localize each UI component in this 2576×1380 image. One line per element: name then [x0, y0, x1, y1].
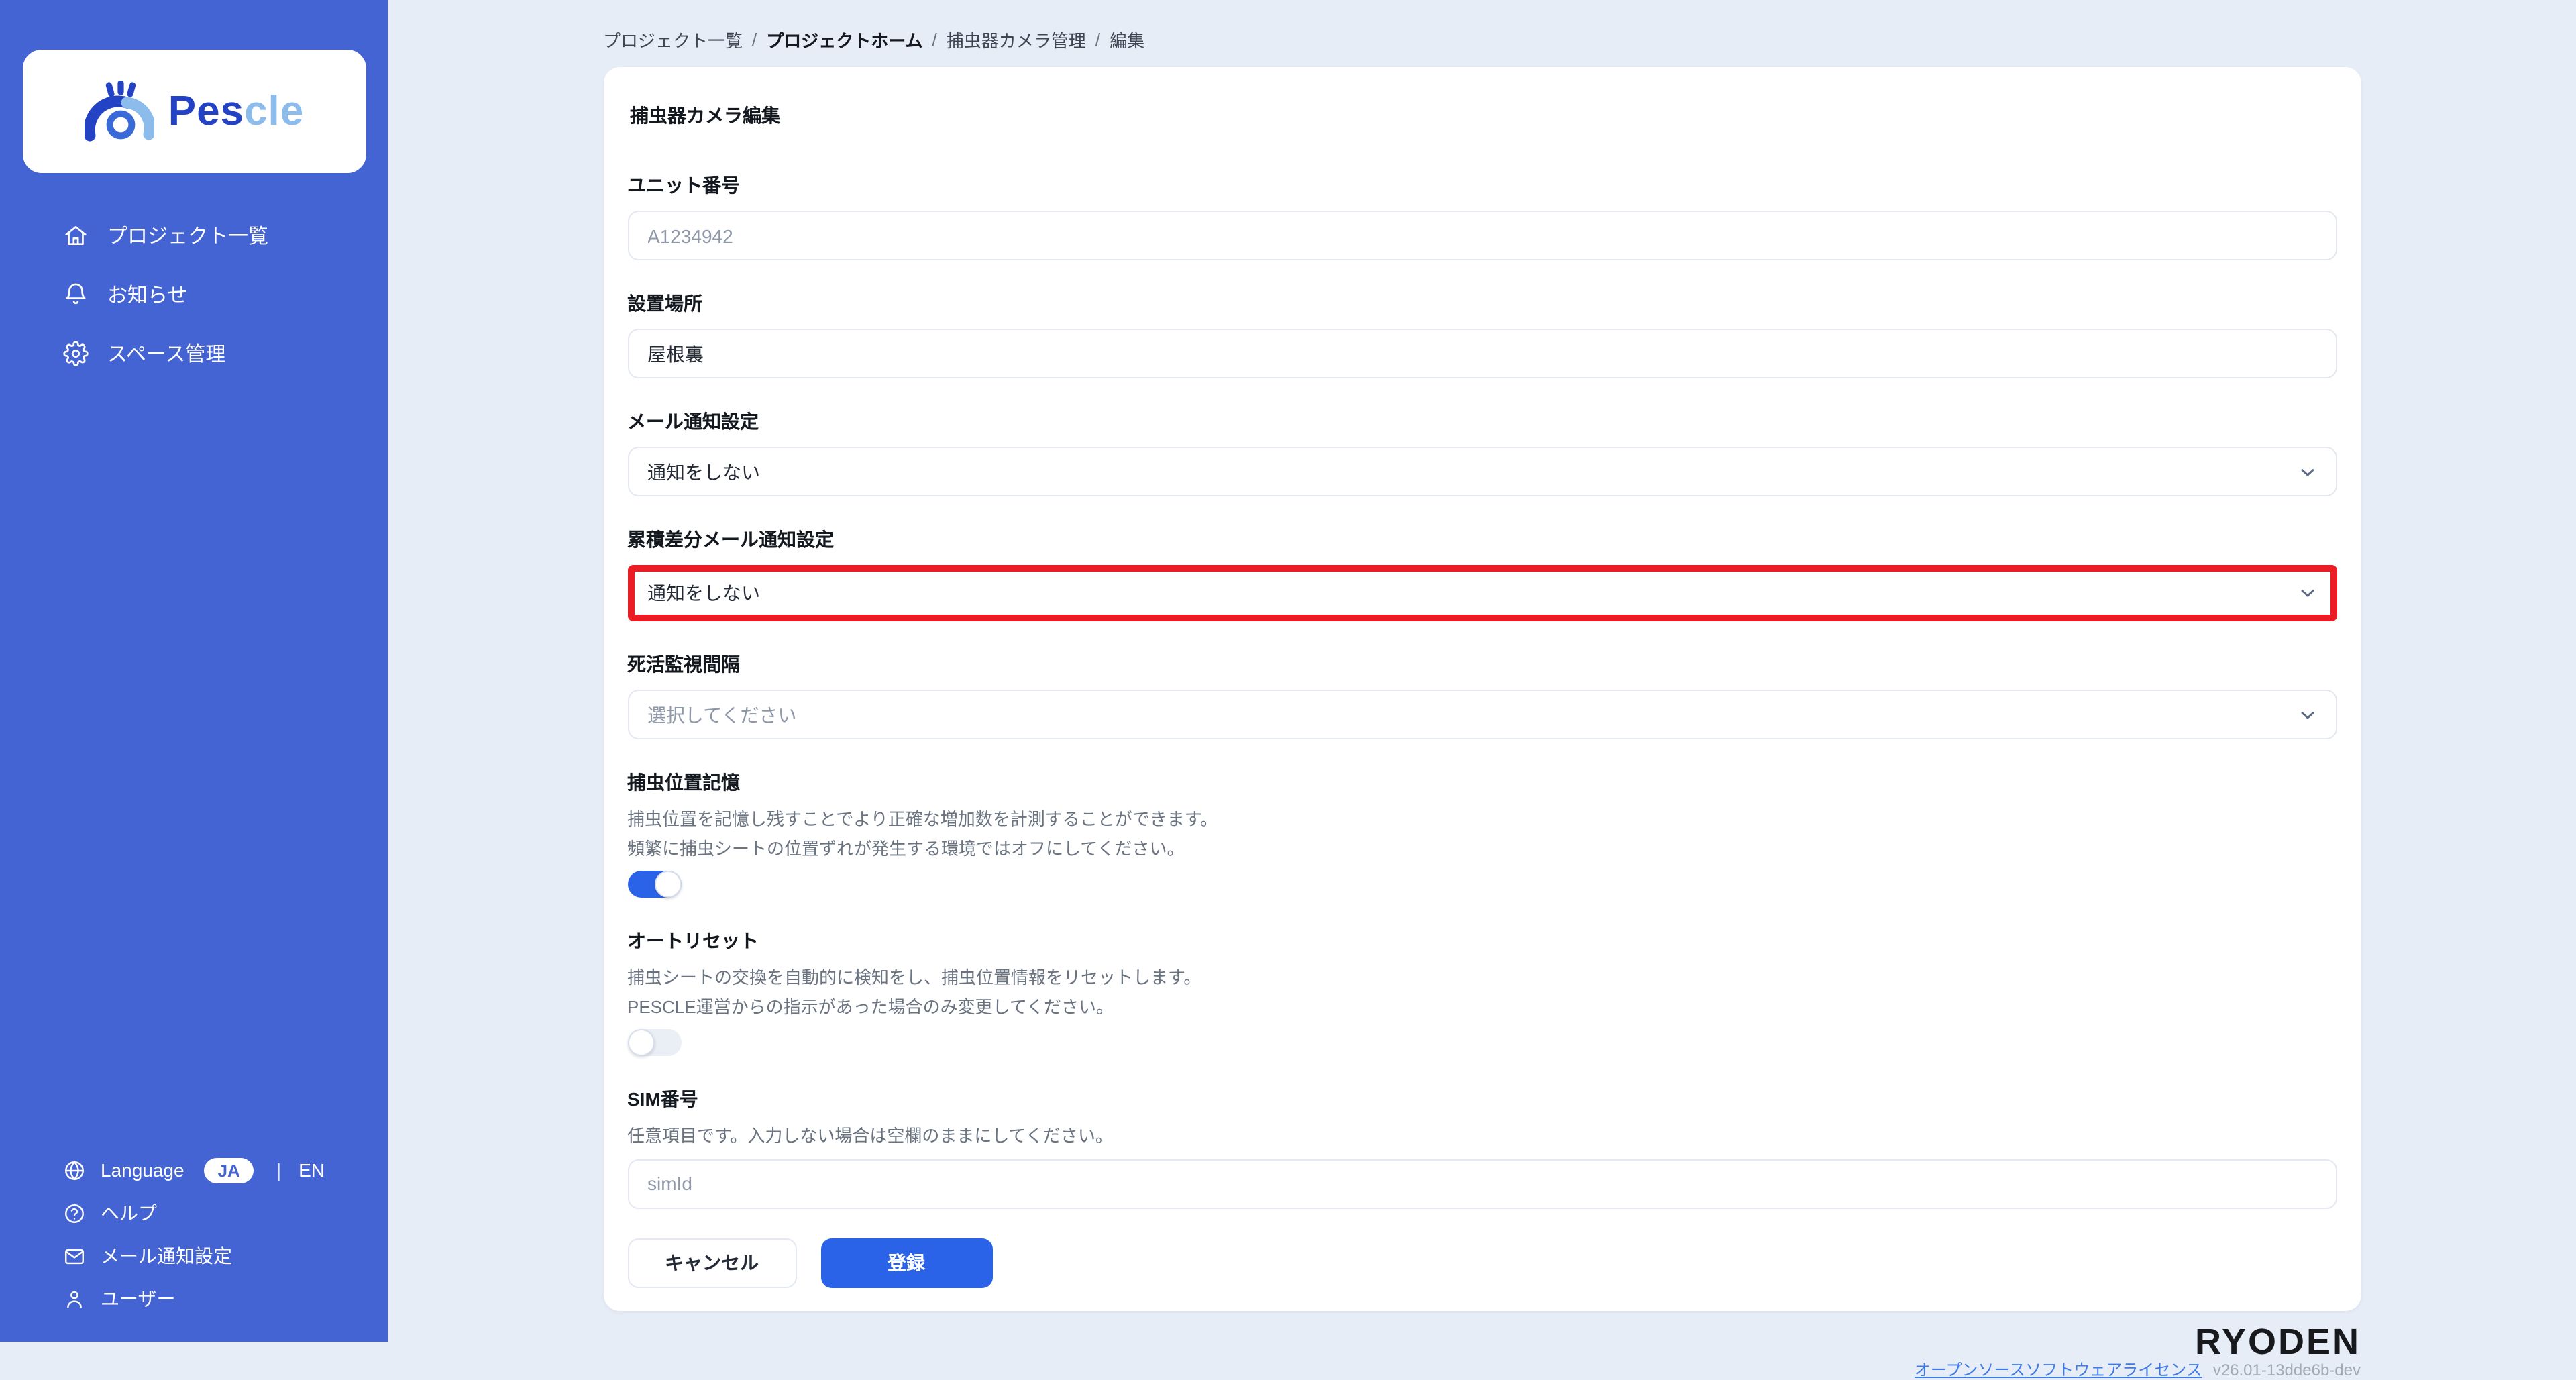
breadcrumb-project-home[interactable]: プロジェクトホーム: [766, 27, 922, 52]
footer-line: オープンソースソフトウェアライセンス v26.01-13dde6b-dev: [1915, 1357, 2361, 1380]
sim-number-input[interactable]: [627, 1159, 2337, 1208]
bell-icon: [63, 281, 89, 307]
sidebar-item-help[interactable]: ヘルプ: [0, 1191, 388, 1234]
sidebar-item-label: ユーザー: [101, 1288, 176, 1310]
breadcrumb-separator: /: [1095, 30, 1101, 50]
cumulative-mail-notification-select[interactable]: 通知をしない: [627, 565, 2337, 621]
sidebar-item-user[interactable]: ユーザー: [0, 1277, 388, 1320]
help-icon: [63, 1202, 86, 1224]
field-cumulative-mail-notification: 累積差分メール通知設定 通知をしない: [627, 526, 2337, 621]
version-label: v26.01-13dde6b-dev: [2212, 1360, 2361, 1379]
app-root: Pescle プロジェクト一覧 お知らせ スペース管理 Language JA …: [0, 0, 2576, 1379]
mail-notification-value: 通知をしない: [647, 461, 760, 482]
sidebar-item-space-management[interactable]: スペース管理: [0, 323, 388, 382]
auto-reset-toggle[interactable]: [627, 1029, 681, 1056]
sidebar-item-label: プロジェクト一覧: [107, 225, 269, 248]
breadcrumb-separator: /: [932, 30, 937, 50]
auto-reset-label: オートリセット: [627, 930, 759, 951]
sim-number-desc: 任意項目です。入力しない場合は空欄のままにしてください。: [627, 1126, 1113, 1146]
page-footer: RYODEN オープンソースソフトウェアライセンス v26.01-13dde6b…: [603, 1321, 2361, 1380]
chevron-down-icon: [2296, 704, 2318, 725]
sidebar: Pescle プロジェクト一覧 お知らせ スペース管理 Language JA …: [0, 0, 388, 1342]
location-input[interactable]: [627, 329, 2337, 378]
sidebar-item-label: ヘルプ: [101, 1202, 157, 1224]
toggle-knob: [654, 871, 681, 898]
breadcrumb: プロジェクト一覧 / プロジェクトホーム / 捕虫器カメラ管理 / 編集: [603, 27, 2361, 52]
toggle-knob: [627, 1029, 654, 1056]
main-content: プロジェクト一覧 / プロジェクトホーム / 捕虫器カメラ管理 / 編集 捕虫器…: [388, 0, 2576, 1379]
field-auto-reset: オートリセット 捕虫シートの交換を自動的に検知をし、捕虫位置情報をリセットします…: [627, 927, 2337, 1056]
trap-camera-edit-card: 捕虫器カメラ編集 ユニット番号 設置場所 メール通知設定 通知をしない: [603, 67, 2361, 1310]
sidebar-item-mail-settings[interactable]: メール通知設定: [0, 1234, 388, 1277]
auto-reset-desc-1: 捕虫シートの交換を自動的に検知をし、捕虫位置情報をリセットします。: [627, 967, 1201, 988]
position-memory-desc-2: 頻繁に捕虫シートの位置ずれが発生する環境ではオフにしてください。: [627, 838, 1185, 858]
pescle-logo[interactable]: Pescle: [23, 50, 366, 173]
auto-reset-desc-2: PESCLE運営からの指示があった場合のみ変更してください。: [627, 996, 1114, 1016]
chevron-down-icon: [2296, 461, 2318, 482]
sidebar-item-label: スペース管理: [107, 343, 226, 366]
field-sim-number: SIM番号 任意項目です。入力しない場合は空欄のままにしてください。: [627, 1085, 2337, 1208]
home-icon: [63, 222, 89, 248]
language-switcher: Language JA | EN: [0, 1149, 388, 1191]
breadcrumb-project-list[interactable]: プロジェクト一覧: [603, 27, 743, 52]
language-ja-button[interactable]: JA: [204, 1157, 254, 1183]
sidebar-item-label: お知らせ: [107, 284, 188, 307]
globe-icon: [63, 1159, 86, 1181]
sidebar-bottom: Language JA | EN ヘルプ メール通知設定 ユーザー: [0, 1149, 388, 1342]
breadcrumb-edit[interactable]: 編集: [1110, 27, 1144, 52]
field-unit-number: ユニット番号: [627, 172, 2337, 260]
breadcrumb-separator: /: [752, 30, 757, 50]
pescle-eye-icon: [85, 81, 155, 142]
unit-number-label: ユニット番号: [627, 174, 740, 196]
user-icon: [63, 1287, 86, 1310]
sidebar-item-label: メール通知設定: [101, 1245, 232, 1267]
field-position-memory: 捕虫位置記憶 捕虫位置を記憶し残すことでより正確な増加数を計測することができます…: [627, 769, 2337, 898]
language-en-button[interactable]: EN: [299, 1159, 325, 1181]
mail-notification-select[interactable]: 通知をしない: [627, 447, 2337, 496]
alive-monitoring-label: 死活監視間隔: [627, 653, 740, 675]
cumulative-mail-notification-label: 累積差分メール通知設定: [627, 529, 834, 550]
position-memory-label: 捕虫位置記憶: [627, 772, 740, 793]
breadcrumb-trap-camera-management[interactable]: 捕虫器カメラ管理: [947, 27, 1086, 52]
mail-icon: [63, 1244, 86, 1267]
language-separator: |: [276, 1159, 282, 1181]
pescle-wordmark: Pescle: [168, 87, 305, 134]
position-memory-toggle[interactable]: [627, 871, 681, 898]
sidebar-item-news[interactable]: お知らせ: [0, 264, 388, 323]
submit-button[interactable]: 登録: [820, 1238, 992, 1287]
form-actions: キャンセル 登録: [627, 1238, 2337, 1287]
field-location: 設置場所: [627, 290, 2337, 378]
language-label: Language: [101, 1159, 184, 1181]
cancel-button[interactable]: キャンセル: [627, 1238, 796, 1287]
mail-notification-label: メール通知設定: [627, 411, 759, 432]
oss-license-link[interactable]: オープンソースソフトウェアライセンス: [1915, 1357, 2202, 1380]
sidebar-item-project-list[interactable]: プロジェクト一覧: [0, 205, 388, 264]
unit-number-input[interactable]: [627, 211, 2337, 260]
chevron-down-icon: [2296, 582, 2318, 604]
location-label: 設置場所: [627, 293, 702, 314]
cumulative-mail-notification-value: 通知をしない: [647, 582, 760, 604]
field-mail-notification: メール通知設定 通知をしない: [627, 408, 2337, 496]
sim-number-label: SIM番号: [627, 1088, 698, 1110]
ryoden-logo: RYODEN: [2194, 1321, 2361, 1361]
alive-monitoring-placeholder: 選択してください: [647, 704, 797, 725]
page-title: 捕虫器カメラ編集: [630, 105, 780, 126]
gear-icon: [63, 340, 89, 366]
alive-monitoring-select[interactable]: 選択してください: [627, 690, 2337, 739]
field-alive-monitoring: 死活監視間隔 選択してください: [627, 651, 2337, 739]
sidebar-nav: プロジェクト一覧 お知らせ スペース管理: [0, 205, 388, 382]
position-memory-desc-1: 捕虫位置を記憶し残すことでより正確な増加数を計測することができます。: [627, 809, 1218, 829]
